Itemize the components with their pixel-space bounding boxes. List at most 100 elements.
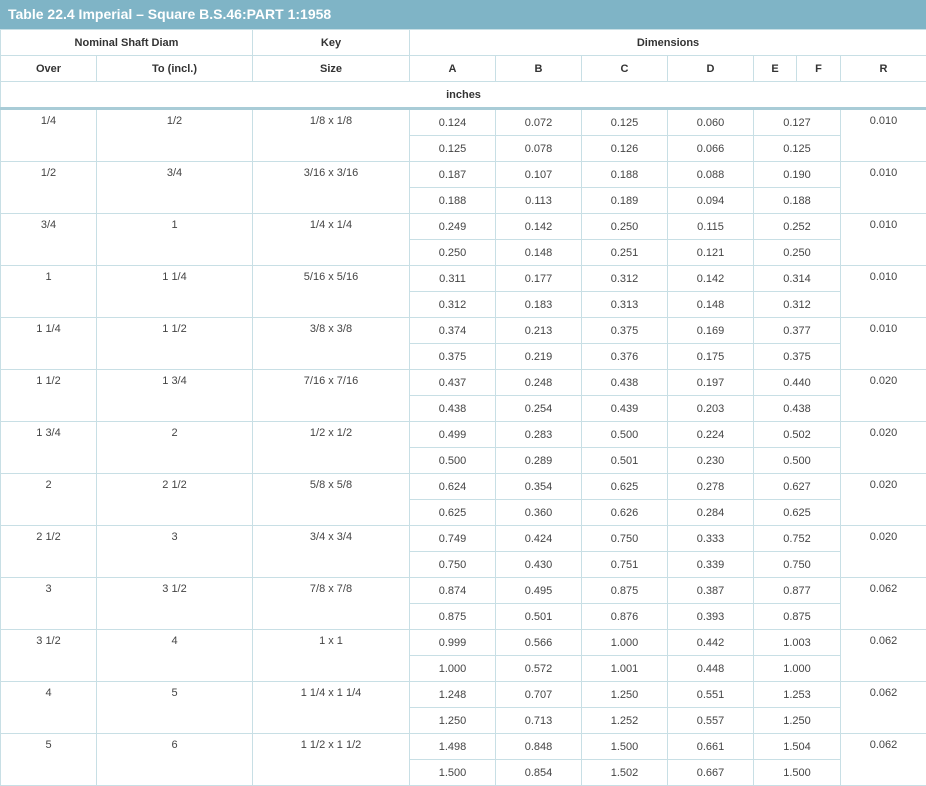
cell-r: 0.010 — [841, 162, 926, 214]
cell-to-incl: 3 — [97, 526, 253, 578]
header-f: F — [797, 56, 841, 82]
cell-a-max: 0.374 — [410, 318, 496, 344]
header-to-incl: To (incl.) — [97, 56, 253, 82]
cell-c-max: 1.500 — [582, 734, 668, 760]
cell-c-min: 0.251 — [582, 240, 668, 266]
cell-a-max: 0.187 — [410, 162, 496, 188]
cell-a-max: 0.499 — [410, 422, 496, 448]
cell-r: 0.020 — [841, 422, 926, 474]
cell-d-max: 0.224 — [668, 422, 754, 448]
table-row: 22 1/25/8 x 5/80.6240.3540.6250.2780.627… — [1, 474, 926, 500]
cell-over: 1 3/4 — [1, 422, 97, 474]
cell-key-size: 5/16 x 5/16 — [253, 266, 410, 318]
cell-a-max: 0.874 — [410, 578, 496, 604]
cell-key-size: 1/2 x 1/2 — [253, 422, 410, 474]
cell-c-min: 0.751 — [582, 552, 668, 578]
cell-key-size: 1 1/2 x 1 1/2 — [253, 734, 410, 786]
cell-over: 1 — [1, 266, 97, 318]
cell-b-max: 0.072 — [496, 109, 582, 136]
cell-r: 0.020 — [841, 474, 926, 526]
cell-to-incl: 1 1/4 — [97, 266, 253, 318]
cell-c-min: 0.126 — [582, 136, 668, 162]
cell-d-min: 0.667 — [668, 760, 754, 786]
cell-r: 0.010 — [841, 109, 926, 162]
cell-d-max: 0.278 — [668, 474, 754, 500]
cell-c-max: 0.375 — [582, 318, 668, 344]
cell-d-max: 0.661 — [668, 734, 754, 760]
table-row: 1/41/21/8 x 1/80.1240.0720.1250.0600.127… — [1, 109, 926, 136]
table-row: 451 1/4 x 1 1/41.2480.7071.2500.5511.253… — [1, 682, 926, 708]
cell-to-incl: 3 1/2 — [97, 578, 253, 630]
header-b: B — [496, 56, 582, 82]
cell-to-incl: 4 — [97, 630, 253, 682]
cell-c-max: 0.250 — [582, 214, 668, 240]
cell-c-min: 1.001 — [582, 656, 668, 682]
cell-to-incl: 1 — [97, 214, 253, 266]
cell-ef-min: 0.375 — [754, 344, 841, 370]
cell-a-max: 0.311 — [410, 266, 496, 292]
cell-to-incl: 1/2 — [97, 109, 253, 162]
cell-b-max: 0.283 — [496, 422, 582, 448]
cell-ef-min: 1.500 — [754, 760, 841, 786]
cell-ef-min: 0.625 — [754, 500, 841, 526]
cell-b-max: 0.107 — [496, 162, 582, 188]
cell-r: 0.010 — [841, 266, 926, 318]
cell-key-size: 1/8 x 1/8 — [253, 109, 410, 162]
cell-b-min: 0.430 — [496, 552, 582, 578]
cell-a-min: 0.625 — [410, 500, 496, 526]
cell-a-min: 0.750 — [410, 552, 496, 578]
cell-b-min: 0.078 — [496, 136, 582, 162]
cell-b-max: 0.354 — [496, 474, 582, 500]
header-r: R — [841, 56, 926, 82]
cell-a-min: 1.250 — [410, 708, 496, 734]
cell-over: 5 — [1, 734, 97, 786]
header-dimensions: Dimensions — [410, 30, 926, 56]
cell-r: 0.020 — [841, 370, 926, 422]
cell-a-min: 0.875 — [410, 604, 496, 630]
cell-a-min: 0.125 — [410, 136, 496, 162]
table-row: 1 3/421/2 x 1/20.4990.2830.5000.2240.502… — [1, 422, 926, 448]
cell-d-max: 0.442 — [668, 630, 754, 656]
cell-b-min: 0.713 — [496, 708, 582, 734]
cell-to-incl: 1 3/4 — [97, 370, 253, 422]
header-d: D — [668, 56, 754, 82]
cell-ef-max: 0.127 — [754, 109, 841, 136]
cell-d-min: 0.066 — [668, 136, 754, 162]
table-title: Table 22.4 Imperial – Square B.S.46:PART… — [0, 0, 926, 29]
cell-ef-min: 0.438 — [754, 396, 841, 422]
cell-a-max: 0.437 — [410, 370, 496, 396]
cell-c-max: 0.438 — [582, 370, 668, 396]
header-nominal-shaft-diam: Nominal Shaft Diam — [1, 30, 253, 56]
cell-b-min: 0.501 — [496, 604, 582, 630]
cell-c-max: 1.000 — [582, 630, 668, 656]
cell-b-max: 0.248 — [496, 370, 582, 396]
cell-b-max: 0.213 — [496, 318, 582, 344]
table-row: 2 1/233/4 x 3/40.7490.4240.7500.3330.752… — [1, 526, 926, 552]
cell-d-max: 0.197 — [668, 370, 754, 396]
cell-key-size: 5/8 x 5/8 — [253, 474, 410, 526]
cell-ef-max: 0.190 — [754, 162, 841, 188]
cell-r: 0.062 — [841, 630, 926, 682]
cell-over: 4 — [1, 682, 97, 734]
cell-d-min: 0.203 — [668, 396, 754, 422]
table-row: 3 1/241 x 10.9990.5661.0000.4421.0030.06… — [1, 630, 926, 656]
cell-b-max: 0.707 — [496, 682, 582, 708]
cell-r: 0.010 — [841, 318, 926, 370]
cell-c-max: 0.750 — [582, 526, 668, 552]
cell-d-max: 0.060 — [668, 109, 754, 136]
cell-b-min: 0.254 — [496, 396, 582, 422]
cell-c-min: 1.502 — [582, 760, 668, 786]
cell-to-incl: 5 — [97, 682, 253, 734]
cell-over: 1/2 — [1, 162, 97, 214]
cell-b-max: 0.495 — [496, 578, 582, 604]
cell-ef-max: 1.504 — [754, 734, 841, 760]
cell-a-min: 1.500 — [410, 760, 496, 786]
cell-key-size: 3/8 x 3/8 — [253, 318, 410, 370]
table-row: 1/23/43/16 x 3/160.1870.1070.1880.0880.1… — [1, 162, 926, 188]
cell-over: 1 1/4 — [1, 318, 97, 370]
cell-ef-max: 0.377 — [754, 318, 841, 344]
table-row: 33 1/27/8 x 7/80.8740.4950.8750.3870.877… — [1, 578, 926, 604]
cell-c-min: 0.876 — [582, 604, 668, 630]
cell-c-min: 0.626 — [582, 500, 668, 526]
cell-b-min: 0.572 — [496, 656, 582, 682]
